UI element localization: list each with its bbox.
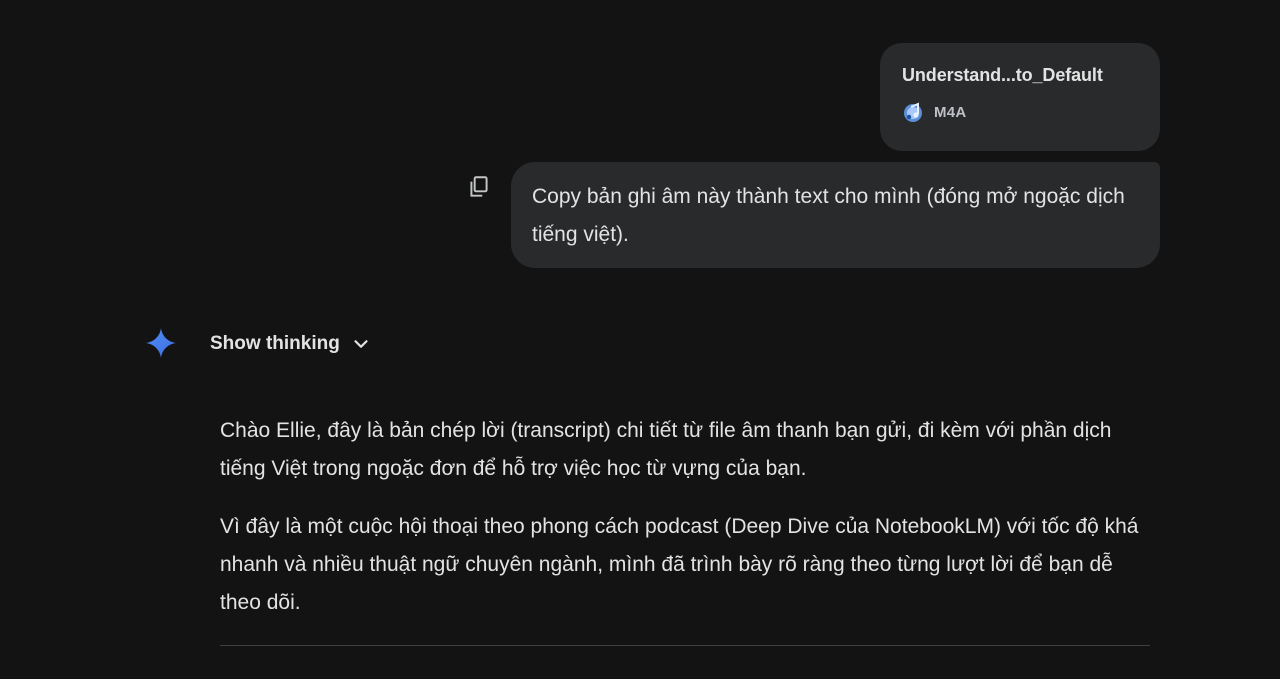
chevron-down-icon — [350, 333, 372, 355]
response-paragraph: Chào Ellie, đây là bản chép lời (transcr… — [220, 419, 1112, 480]
copy-icon[interactable] — [466, 174, 492, 200]
user-message-text: Copy bản ghi âm này thành text cho mình … — [532, 185, 1125, 246]
divider — [220, 645, 1150, 646]
audio-file-icon — [902, 100, 926, 124]
show-thinking-label: Show thinking — [210, 333, 340, 354]
user-message-bubble: Copy bản ghi âm này thành text cho mình … — [511, 162, 1160, 268]
chat-page: Understand...to_Default M4A Copy bản ghi… — [0, 0, 1280, 679]
model-response: Chào Ellie, đây là bản chép lời (transcr… — [220, 412, 1155, 642]
attachment-meta: M4A — [902, 100, 1138, 124]
attachment-name: Understand...to_Default — [902, 65, 1103, 85]
attachment-chip[interactable]: Understand...to_Default M4A — [880, 43, 1160, 151]
gemini-sparkle-icon — [144, 326, 178, 360]
response-paragraph: Vì đây là một cuộc hội thoại theo phong … — [220, 515, 1139, 614]
attachment-type: M4A — [934, 103, 967, 121]
show-thinking-toggle[interactable]: Show thinking — [210, 329, 372, 359]
